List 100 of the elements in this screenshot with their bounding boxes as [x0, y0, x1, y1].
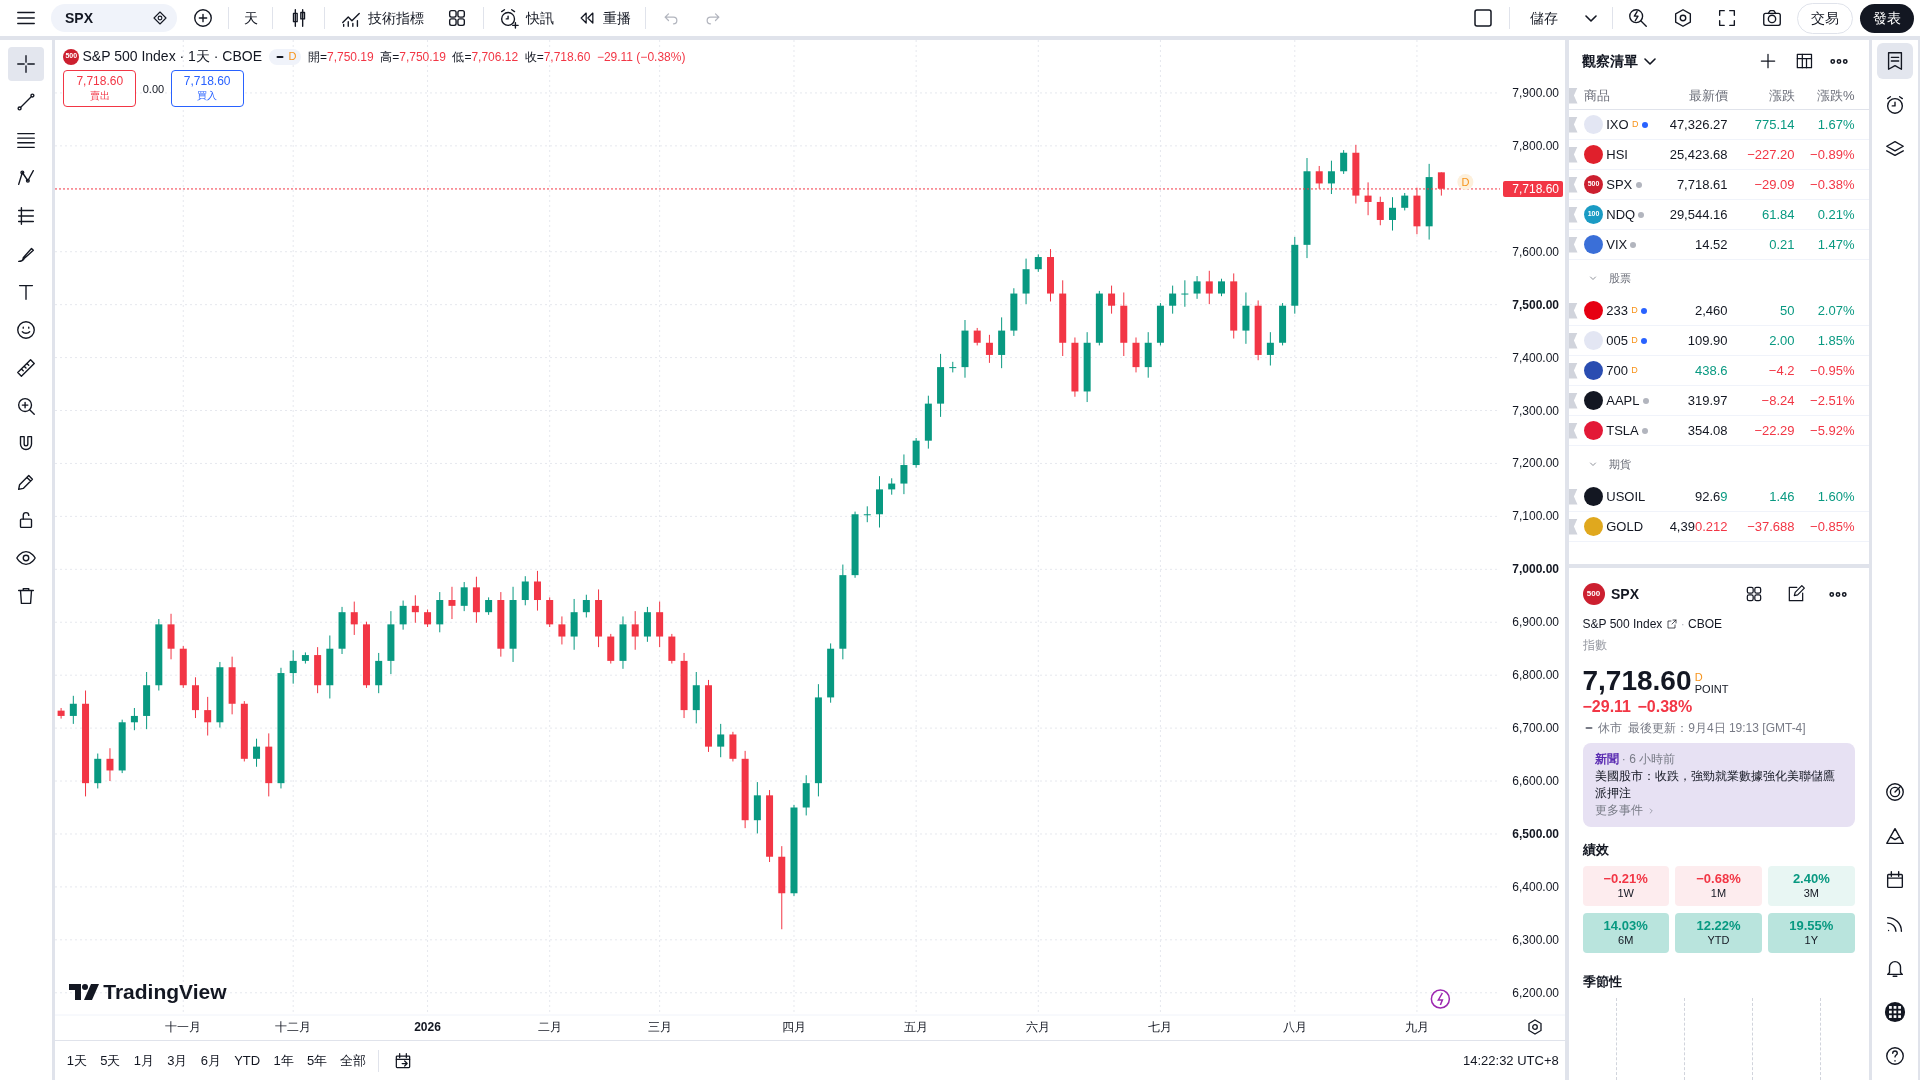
watchlist-row[interactable]: TSLA 354.08 −22.29 −5.92% [1568, 416, 1869, 446]
last-price: 29,544.16 [1668, 205, 1728, 224]
axis-label: 7,500.00 [1512, 297, 1560, 312]
unit-text: POINT [1694, 682, 1729, 695]
range-button[interactable]: YTD [229, 1048, 266, 1073]
watchlist-row[interactable]: 005 D 109.90 2.00 1.85% [1568, 326, 1869, 356]
symbol-name: GOLD [1606, 517, 1644, 536]
last-price: 354.08 [1686, 421, 1728, 440]
type-text: 指數 [1582, 636, 1608, 654]
brand-name: TradingView [103, 979, 227, 1005]
change-percent: −0.95% [1809, 361, 1855, 380]
watchlist-row[interactable]: VIX 14.52 0.21 1.47% [1568, 230, 1869, 260]
range-button[interactable]: 1年 [268, 1048, 299, 1073]
change-value: 0.21 [1768, 235, 1795, 254]
alerts-button[interactable]: 快訊 [490, 3, 562, 33]
performance-tile[interactable]: 2.40% 3M [1768, 866, 1855, 907]
range-button[interactable]: 5年 [301, 1048, 333, 1073]
section-header[interactable]: 期貨 [1568, 446, 1869, 482]
change-value: 50 [1779, 301, 1795, 320]
range-button[interactable]: 3月 [162, 1048, 193, 1073]
axis-label: 六月 [1026, 1020, 1051, 1034]
change-value: −4.2 [1767, 361, 1795, 380]
symbol-name: TSLA [1606, 421, 1639, 440]
change-percent: −5.92% [1809, 421, 1855, 440]
watchlist-row[interactable]: AAPL 319.97 −8.24 −2.51% [1568, 386, 1869, 416]
watchlist-title[interactable]: 觀察清單 [1581, 50, 1656, 72]
range-button[interactable]: 5天 [95, 1048, 126, 1073]
axis-label: 七月 [1148, 1020, 1173, 1034]
symbol-name: HSI [1606, 145, 1628, 164]
axis-label: 2026 [414, 1020, 442, 1034]
watchlist-row[interactable]: 700 D 438.6 −4.2 −0.95% [1568, 356, 1869, 386]
replay-button[interactable]: 重播 [568, 3, 639, 33]
range-button[interactable]: 6月 [195, 1048, 226, 1073]
performance-tile[interactable]: −0.21% 1W [1582, 866, 1669, 907]
news-card[interactable]: 新聞 · 6 小時前 美國股市：收跌，強勁就業數據強化美聯儲鷹派押注 更多事件 [1582, 743, 1855, 828]
last-price: 47,326.27 [1668, 115, 1728, 134]
watchlist-row[interactable]: HSI 25,423.68 −227.20 −0.89% [1568, 140, 1869, 170]
axis-label: 十二月 [275, 1020, 312, 1034]
range-button[interactable]: 1月 [128, 1048, 159, 1073]
last-price: 4,390.212 [1668, 517, 1728, 536]
symbol-name: NDQ [1606, 205, 1636, 224]
clock-text: 14:22:32 UTC+8 [1463, 1051, 1559, 1070]
publish-button[interactable]: 發表 [1859, 3, 1914, 33]
symbol-name: IXO [1606, 115, 1629, 134]
ohlc-value: 收=7,718.60 [524, 48, 591, 66]
symbol-link[interactable]: S&P 500 Index [1582, 614, 1663, 633]
update-time: 最後更新：9月4日 19:13 [GMT-4] [1628, 719, 1806, 737]
delay-label: D [1631, 333, 1638, 347]
sell-button[interactable]: 7,718.60 賣出 [63, 70, 137, 108]
last-price: 438.6 [1693, 361, 1728, 380]
section-header[interactable]: 股票 [1568, 260, 1869, 296]
change-percent: −0.89% [1809, 145, 1855, 164]
change-percent: −0.38% [1637, 696, 1693, 717]
section-title: 季節性 [1582, 973, 1623, 992]
symbol-name: 233 [1606, 301, 1628, 320]
performance-tile[interactable]: −0.68% 1M [1675, 866, 1762, 907]
symbol-name: SPX [1611, 584, 1639, 604]
save-button[interactable]: 儲存 [1516, 3, 1571, 33]
last-price: 7,718.61 [1675, 175, 1728, 194]
watchlist-row[interactable]: 233 D 2,460 50 2.07% [1568, 296, 1869, 326]
symbol-name: USOIL [1606, 487, 1646, 506]
performance-tile[interactable]: 14.03% 6M [1582, 912, 1669, 953]
last-price: 109.90 [1686, 331, 1728, 350]
symbol-search-field[interactable]: SPX [51, 4, 177, 32]
axis-label: 九月 [1405, 1020, 1430, 1034]
axis-label: 7,400.00 [1512, 350, 1560, 365]
watchlist-row[interactable]: USOIL 92.69 1.46 1.60% [1568, 482, 1869, 512]
news-headline: 美國股市：收跌，強勁就業數據強化美聯儲鷹派押注 [1594, 768, 1836, 803]
exchange-text: CBOE [1688, 615, 1723, 633]
axis-label: 6,200.00 [1512, 985, 1560, 1000]
range-button[interactable]: 1天 [61, 1048, 92, 1073]
change-percent: 1.85% [1816, 331, 1855, 350]
change-value: 2.00 [1768, 331, 1795, 350]
performance-tile[interactable]: 12.22% YTD [1675, 912, 1762, 953]
last-price: 2,460 [1693, 301, 1728, 320]
spread-value: 0.00 [142, 81, 165, 97]
change-value: −37.688 [1746, 517, 1795, 536]
change-percent: 1.60% [1816, 487, 1855, 506]
watchlist-row[interactable]: IXO D 47,326.27 775.14 1.67% [1568, 110, 1869, 140]
change-value: −227.20 [1746, 145, 1795, 164]
symbol-logo: 500 [1582, 583, 1605, 605]
change-percent: 1.47% [1816, 235, 1855, 254]
range-button[interactable]: 全部 [335, 1048, 372, 1073]
axis-label: 7,600.00 [1512, 244, 1560, 259]
axis-label: 7,100.00 [1512, 509, 1560, 524]
buy-button[interactable]: 7,718.60 買入 [170, 70, 244, 108]
interval-button[interactable]: 天 [235, 3, 266, 33]
change-percent: 2.07% [1816, 301, 1855, 320]
change-value: −8.24 [1760, 391, 1795, 410]
more-events-link[interactable]: 更多事件 [1594, 802, 1643, 820]
axis-label: 十一月 [165, 1020, 202, 1034]
indicators-button[interactable]: 技術指標 [331, 3, 432, 33]
watchlist-row[interactable]: GOLD 4,390.212 −37.688 −0.85% [1568, 512, 1869, 542]
separator-dot: · [1680, 615, 1685, 633]
axis-label: 6,600.00 [1512, 774, 1560, 789]
ohlc-value: 低=7,706.12 [452, 48, 519, 66]
symbol-name: VIX [1606, 235, 1628, 254]
symbol-name: SPX [1606, 175, 1633, 194]
change-percent: 0.21% [1816, 205, 1855, 224]
performance-tile[interactable]: 19.55% 1Y [1768, 912, 1855, 953]
